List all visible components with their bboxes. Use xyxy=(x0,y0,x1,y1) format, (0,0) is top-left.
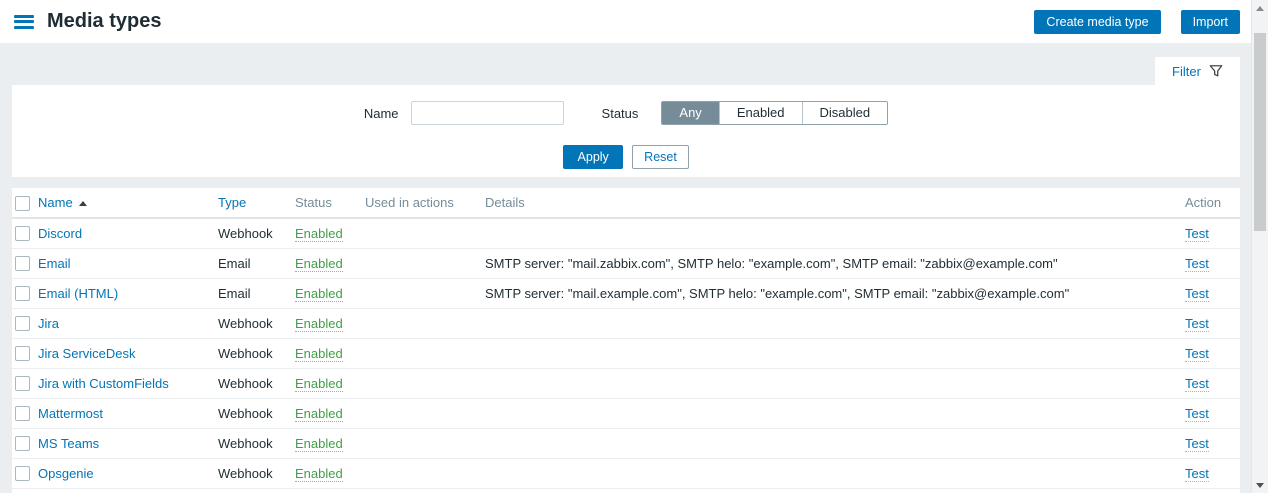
table-row: PagerDuty Webhook Enabled Test xyxy=(12,488,1240,493)
row-checkbox[interactable] xyxy=(15,286,30,301)
import-button[interactable]: Import xyxy=(1181,10,1240,34)
test-link[interactable]: Test xyxy=(1185,466,1209,482)
table-row: Mattermost Webhook Enabled Test xyxy=(12,398,1240,428)
table-row: Jira with CustomFields Webhook Enabled T… xyxy=(12,368,1240,398)
sort-asc-icon xyxy=(79,201,87,206)
media-type-type: Webhook xyxy=(218,346,273,361)
status-option-disabled[interactable]: Disabled xyxy=(803,102,888,124)
scrollbar-thumb[interactable] xyxy=(1254,33,1266,231)
filter-name-input[interactable] xyxy=(411,101,564,125)
column-header-name[interactable]: Name xyxy=(38,195,87,210)
table-row: Discord Webhook Enabled Test xyxy=(12,218,1240,248)
media-types-tbody: Discord Webhook Enabled Test Email Email… xyxy=(12,218,1240,493)
vertical-scrollbar[interactable] xyxy=(1251,0,1268,493)
media-type-type: Webhook xyxy=(218,406,273,421)
row-checkbox[interactable] xyxy=(15,466,30,481)
filter-panel: Name Status Any Enabled Disabled Apply R… xyxy=(12,85,1240,177)
reset-button[interactable]: Reset xyxy=(632,145,689,169)
column-header-used-in-actions: Used in actions xyxy=(365,188,485,218)
column-header-details: Details xyxy=(485,188,1185,218)
table-row: Email (HTML) Email Enabled SMTP server: … xyxy=(12,278,1240,308)
media-type-type: Webhook xyxy=(218,436,273,451)
filter-tab-label: Filter xyxy=(1172,64,1201,79)
filter-funnel-icon xyxy=(1209,64,1223,78)
filter-tab[interactable]: Filter xyxy=(1155,57,1240,85)
media-type-name-link[interactable]: Jira ServiceDesk xyxy=(38,346,136,361)
test-link[interactable]: Test xyxy=(1185,346,1209,362)
media-type-type: Webhook xyxy=(218,226,273,241)
page-title: Media types xyxy=(47,10,161,33)
column-header-action: Action xyxy=(1185,188,1240,218)
row-checkbox[interactable] xyxy=(15,406,30,421)
status-toggle-link[interactable]: Enabled xyxy=(295,316,343,332)
details-text: SMTP server: "mail.example.com", SMTP he… xyxy=(485,286,1069,301)
status-toggle-link[interactable]: Enabled xyxy=(295,406,343,422)
media-type-name-link[interactable]: Mattermost xyxy=(38,406,103,421)
media-type-name-link[interactable]: MS Teams xyxy=(38,436,99,451)
media-type-name-link[interactable]: Jira with CustomFields xyxy=(38,376,169,391)
media-type-type: Email xyxy=(218,286,251,301)
media-type-type: Webhook xyxy=(218,316,273,331)
media-type-name-link[interactable]: Jira xyxy=(38,316,59,331)
row-checkbox[interactable] xyxy=(15,226,30,241)
status-segmented-control: Any Enabled Disabled xyxy=(661,101,888,125)
status-option-any[interactable]: Any xyxy=(662,102,719,124)
media-type-type: Email xyxy=(218,256,251,271)
table-row: Opsgenie Webhook Enabled Test xyxy=(12,458,1240,488)
column-header-type[interactable]: Type xyxy=(218,195,246,210)
top-bar: Media types Create media type Import xyxy=(0,0,1251,43)
media-type-name-link[interactable]: Opsgenie xyxy=(38,466,94,481)
row-checkbox[interactable] xyxy=(15,436,30,451)
test-link[interactable]: Test xyxy=(1185,256,1209,272)
row-checkbox[interactable] xyxy=(15,376,30,391)
scroll-up-icon[interactable] xyxy=(1252,0,1268,16)
media-type-name-link[interactable]: Email xyxy=(38,256,71,271)
row-checkbox[interactable] xyxy=(15,346,30,361)
test-link[interactable]: Test xyxy=(1185,436,1209,452)
select-all-checkbox[interactable] xyxy=(15,196,30,211)
scroll-down-icon[interactable] xyxy=(1252,477,1268,493)
status-toggle-link[interactable]: Enabled xyxy=(295,286,343,302)
table-row: Jira ServiceDesk Webhook Enabled Test xyxy=(12,338,1240,368)
filter-fields-row: Name Status Any Enabled Disabled xyxy=(12,101,1240,125)
details-text: SMTP server: "mail.zabbix.com", SMTP hel… xyxy=(485,256,1058,271)
media-types-table-container: Name Type Status Used in actions Details… xyxy=(12,188,1240,493)
test-link[interactable]: Test xyxy=(1185,376,1209,392)
filter-buttons-row: Apply Reset xyxy=(12,145,1240,169)
content-area: Filter Name Status Any Enabled Disabled … xyxy=(0,43,1251,493)
test-link[interactable]: Test xyxy=(1185,316,1209,332)
status-toggle-link[interactable]: Enabled xyxy=(295,376,343,392)
row-checkbox[interactable] xyxy=(15,316,30,331)
status-toggle-link[interactable]: Enabled xyxy=(295,226,343,242)
apply-button[interactable]: Apply xyxy=(563,145,623,169)
table-header-row: Name Type Status Used in actions Details… xyxy=(12,188,1240,218)
media-types-page: Media types Create media type Import Fil… xyxy=(0,0,1268,493)
test-link[interactable]: Test xyxy=(1185,406,1209,422)
topbar-buttons: Create media type Import xyxy=(1034,10,1240,34)
table-row: MS Teams Webhook Enabled Test xyxy=(12,428,1240,458)
row-checkbox[interactable] xyxy=(15,256,30,271)
media-type-name-link[interactable]: Email (HTML) xyxy=(38,286,118,301)
media-type-name-link[interactable]: Discord xyxy=(38,226,82,241)
status-toggle-link[interactable]: Enabled xyxy=(295,346,343,362)
table-row: Email Email Enabled SMTP server: "mail.z… xyxy=(12,248,1240,278)
column-header-status: Status xyxy=(295,188,365,218)
create-media-type-button[interactable]: Create media type xyxy=(1034,10,1160,34)
hamburger-menu-icon[interactable] xyxy=(14,15,34,29)
test-link[interactable]: Test xyxy=(1185,226,1209,242)
media-type-type: Webhook xyxy=(218,376,273,391)
media-type-type: Webhook xyxy=(218,466,273,481)
status-option-enabled[interactable]: Enabled xyxy=(720,102,803,124)
filter-name-label: Name xyxy=(364,106,399,121)
table-row: Jira Webhook Enabled Test xyxy=(12,308,1240,338)
status-toggle-link[interactable]: Enabled xyxy=(295,436,343,452)
test-link[interactable]: Test xyxy=(1185,286,1209,302)
status-toggle-link[interactable]: Enabled xyxy=(295,466,343,482)
media-types-table: Name Type Status Used in actions Details… xyxy=(12,188,1240,493)
status-toggle-link[interactable]: Enabled xyxy=(295,256,343,272)
filter-status-label: Status xyxy=(602,106,639,121)
